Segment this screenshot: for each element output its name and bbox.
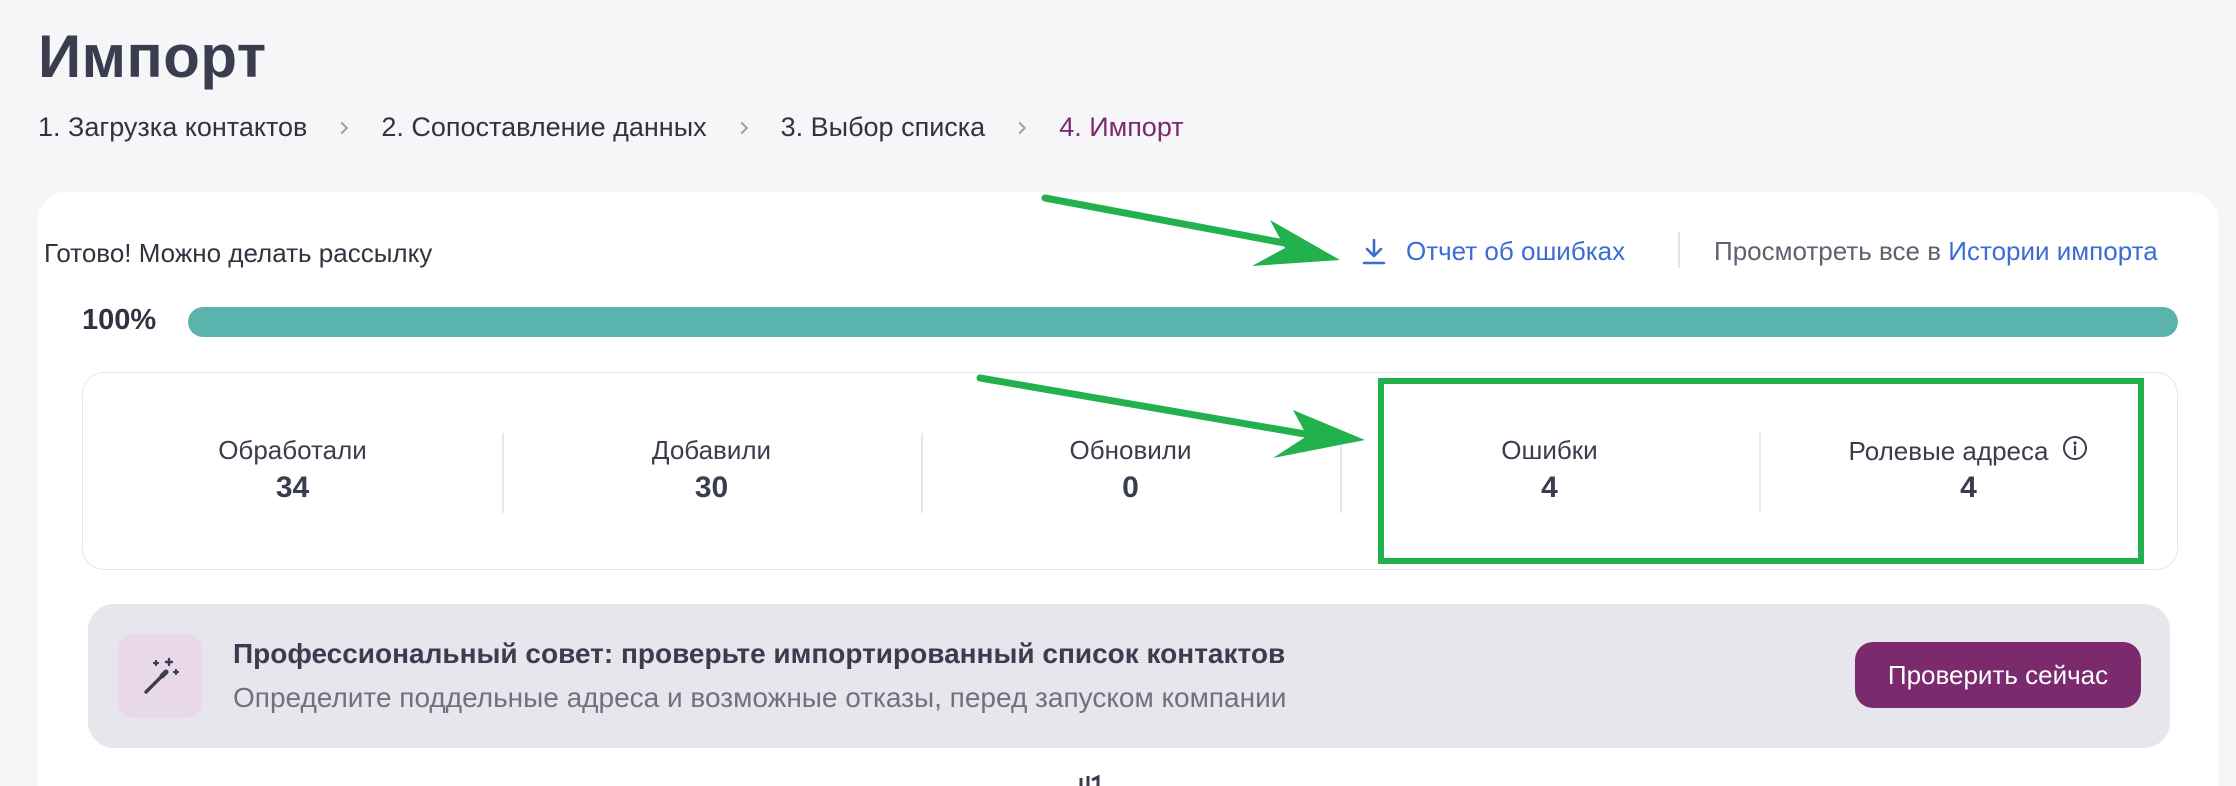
error-report-link[interactable]: Отчет об ошибках	[1360, 236, 1625, 267]
step-list-selection[interactable]: 3. Выбор списка	[781, 112, 986, 143]
progress-percent: 100%	[82, 304, 157, 336]
status-row: Готово! Можно делать рассылку Отчет об о…	[44, 232, 2178, 272]
import-steps-breadcrumb: 1. Загрузка контактов 2. Сопоставление д…	[38, 112, 1184, 143]
chevron-right-icon	[1015, 121, 1029, 135]
tip-title: Профессиональный совет: проверьте импорт…	[233, 638, 1286, 669]
error-report-label: Отчет об ошибках	[1406, 236, 1626, 266]
stat-errors: Ошибки 4	[1340, 373, 1759, 571]
download-icon	[1360, 237, 1388, 267]
stat-label: Ошибки	[1501, 435, 1598, 465]
stat-value: 4	[1960, 471, 1977, 504]
step-import-current: 4. Импорт	[1059, 112, 1184, 142]
page-title: Импорт	[38, 23, 267, 90]
stat-added: Добавили 30	[502, 373, 921, 571]
stat-label: Добавили	[651, 435, 772, 465]
stat-value: 4	[1541, 471, 1558, 504]
stat-value: 30	[694, 471, 729, 504]
divider	[1678, 232, 1680, 268]
info-icon[interactable]	[2062, 435, 2088, 461]
status-message: Готово! Можно делать рассылку	[44, 238, 433, 268]
tip-subtitle: Определите поддельные адреса и возможные…	[233, 682, 1287, 713]
pro-tip-banner: Профессиональный совет: проверьте импорт…	[88, 604, 2170, 748]
progress-bar-fill	[188, 307, 2178, 337]
import-history-link[interactable]: Истории импорта	[1948, 236, 2157, 266]
stat-value: 34	[275, 471, 310, 504]
chevron-right-icon	[337, 121, 351, 135]
stat-value: 0	[1122, 471, 1139, 504]
stat-label: Обработали	[218, 435, 367, 465]
stat-label: Ролевые адреса	[1848, 436, 2049, 466]
stat-role-addresses: Ролевые адреса 4	[1759, 373, 2178, 571]
step-data-mapping[interactable]: 2. Сопоставление данных	[381, 112, 706, 143]
partial-heading-glyph	[1079, 774, 1100, 786]
import-history-text: Просмотреть все в Истории импорта	[1714, 236, 2158, 267]
stat-updated: Обновили 0	[921, 373, 1340, 571]
magic-wand-icon	[118, 634, 202, 718]
chevron-right-icon	[737, 121, 751, 135]
history-prefix: Просмотреть все в	[1714, 236, 1942, 266]
stat-processed: Обработали 34	[83, 373, 502, 571]
progress-row: 100%	[82, 302, 2178, 342]
import-stats: Обработали 34 Добавили 30 Обновили 0 Оши…	[82, 372, 2178, 570]
stat-label: Обновили	[1069, 435, 1192, 465]
check-now-button[interactable]: Проверить сейчас	[1855, 642, 2141, 708]
import-page: Импорт 1. Загрузка контактов 2. Сопостав…	[0, 0, 2236, 786]
stat-label-wrap: Ролевые адреса	[1759, 435, 2178, 467]
step-upload-contacts[interactable]: 1. Загрузка контактов	[38, 112, 307, 143]
progress-bar	[188, 307, 2178, 337]
